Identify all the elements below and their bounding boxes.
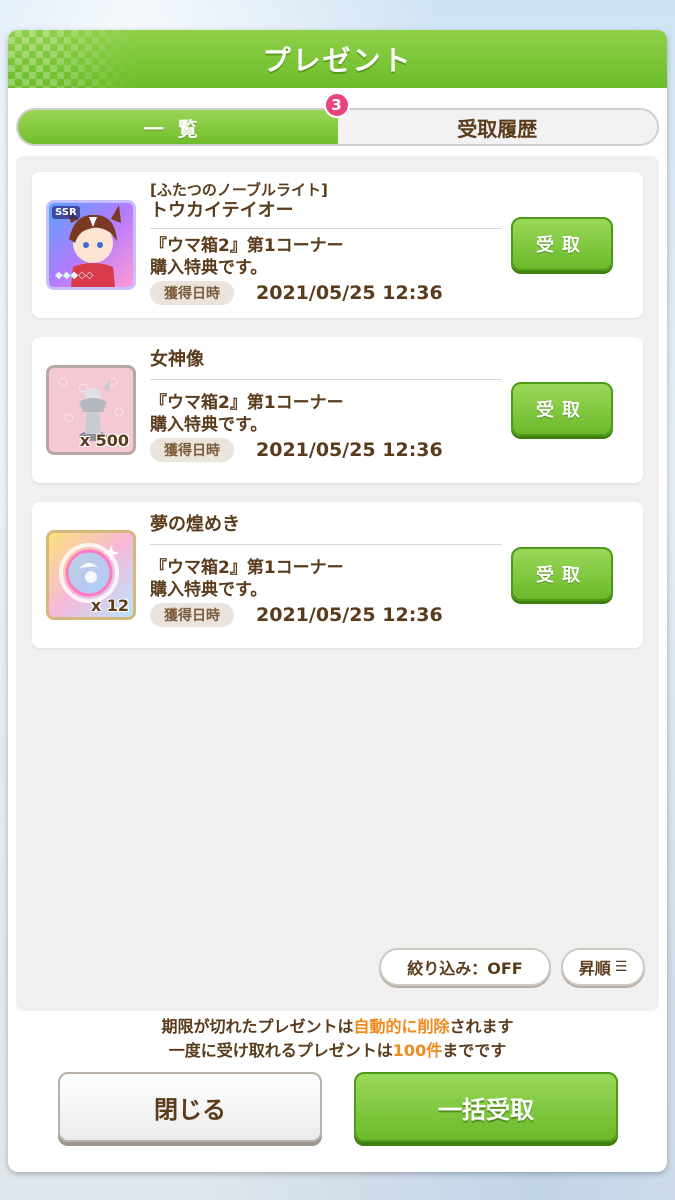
list-item: x 12 夢の煌めき 『ウマ箱2』第1コーナー 購入特典です。 獲得日時 202…	[32, 502, 643, 648]
item-quantity: x 500	[79, 431, 129, 450]
dialog-header: プレゼント	[8, 30, 667, 88]
notice-line1-highlight: 自動的に削除	[353, 1017, 450, 1036]
item-desc-line1: 『ウマ箱2』第1コーナー	[150, 393, 344, 413]
notice-text: 期限が切れたプレゼントは自動的に削除されます 一度に受け取れるプレゼントは100…	[8, 1015, 667, 1063]
notice-line2-pre: 一度に受け取れるプレゼントは	[168, 1041, 393, 1060]
goddess-statue-icon: x 500	[46, 365, 136, 455]
tab-history[interactable]: 受取履歴	[338, 110, 658, 144]
claim-button[interactable]: 受取	[511, 382, 613, 436]
list-item: SSR ◆◆◆◇◇ [ふたつのノーブルライト] トウカイテイオー 『ウマ箱2』第…	[32, 172, 643, 318]
item-details: 夢の煌めき 『ウマ箱2』第1コーナー 購入特典です。 獲得日時 2021/05/…	[150, 510, 502, 627]
date-value: 2021/05/25 12:36	[256, 282, 443, 304]
sort-lines-icon: ☰	[614, 959, 628, 975]
date-label: 獲得日時	[150, 281, 234, 305]
item-details: [ふたつのノーブルライト] トウカイテイオー 『ウマ箱2』第1コーナー 購入特典…	[150, 180, 502, 305]
notice-line1-pre: 期限が切れたプレゼントは	[161, 1017, 354, 1036]
notice-line1-post: されます	[449, 1017, 514, 1036]
item-description: 『ウマ箱2』第1コーナー 購入特典です。	[150, 557, 502, 601]
filter-row: 絞り込み：OFF 昇順 ☰	[379, 948, 645, 986]
present-dialog: プレゼント 一覧 3 受取履歴 SSR ◆◆◆◇◇ [ふたつのノーブルライト] …	[8, 30, 667, 1172]
close-button[interactable]: 閉じる	[58, 1072, 322, 1142]
item-date-row: 獲得日時 2021/05/25 12:36	[150, 281, 502, 305]
date-value: 2021/05/25 12:36	[256, 439, 443, 461]
tab-history-label: 受取履歴	[457, 116, 538, 141]
item-description: 『ウマ箱2』第1コーナー 購入特典です。	[150, 235, 502, 279]
item-desc-line1: 『ウマ箱2』第1コーナー	[150, 558, 344, 578]
notice-line2-highlight: 100件	[392, 1041, 443, 1060]
dream-sparkle-icon: x 12	[46, 530, 136, 620]
ssr-tag: SSR	[52, 206, 80, 219]
item-desc-line1: 『ウマ箱2』第1コーナー	[150, 236, 344, 256]
item-desc-line2: 購入特典です。	[150, 258, 268, 278]
rank-gems-icon: ◆◆◆◇◇	[55, 270, 94, 281]
tab-list-label: 一覧	[143, 116, 212, 141]
tab-bar: 一覧 3 受取履歴	[16, 92, 659, 146]
item-title: 夢の煌めき	[150, 514, 240, 535]
tab-list[interactable]: 一覧 3	[18, 92, 350, 144]
item-title-prefix: [ふたつのノーブルライト]	[150, 181, 328, 199]
list-item: x 500 女神像 『ウマ箱2』第1コーナー 購入特典です。 獲得日時 2021…	[32, 337, 643, 483]
date-label: 獲得日時	[150, 438, 234, 462]
notice-line1: 期限が切れたプレゼントは自動的に削除されます	[8, 1015, 667, 1039]
date-label: 獲得日時	[150, 603, 234, 627]
claim-button[interactable]: 受取	[511, 217, 613, 271]
item-title: トウカイテイオー	[150, 200, 294, 221]
sort-label: 昇順	[578, 959, 611, 978]
item-date-row: 獲得日時 2021/05/25 12:36	[150, 438, 502, 462]
item-description: 『ウマ箱2』第1コーナー 購入特典です。	[150, 392, 502, 436]
sort-order-button[interactable]: 昇順 ☰	[561, 948, 645, 986]
item-quantity: x 12	[90, 596, 129, 615]
header-pattern	[8, 30, 138, 88]
item-desc-line2: 購入特典です。	[150, 415, 268, 435]
claim-all-button[interactable]: 一括受取	[354, 1072, 618, 1142]
item-name: [ふたつのノーブルライト] トウカイテイオー	[150, 180, 502, 229]
filter-button[interactable]: 絞り込み：OFF	[379, 948, 551, 986]
ssr-character-card-icon: SSR ◆◆◆◇◇	[46, 200, 136, 290]
item-name: 女神像	[150, 345, 502, 380]
date-value: 2021/05/25 12:36	[256, 604, 443, 626]
item-desc-line2: 購入特典です。	[150, 580, 268, 600]
claim-button[interactable]: 受取	[511, 547, 613, 601]
dialog-title: プレゼント	[262, 44, 413, 77]
present-list[interactable]: SSR ◆◆◆◇◇ [ふたつのノーブルライト] トウカイテイオー 『ウマ箱2』第…	[16, 156, 659, 1011]
item-name: 夢の煌めき	[150, 510, 502, 545]
item-details: 女神像 『ウマ箱2』第1コーナー 購入特典です。 獲得日時 2021/05/25…	[150, 345, 502, 462]
item-date-row: 獲得日時 2021/05/25 12:36	[150, 603, 502, 627]
notice-line2-post: までです	[442, 1041, 507, 1060]
notice-line2: 一度に受け取れるプレゼントは100件までです	[8, 1039, 667, 1063]
item-title: 女神像	[150, 349, 204, 370]
